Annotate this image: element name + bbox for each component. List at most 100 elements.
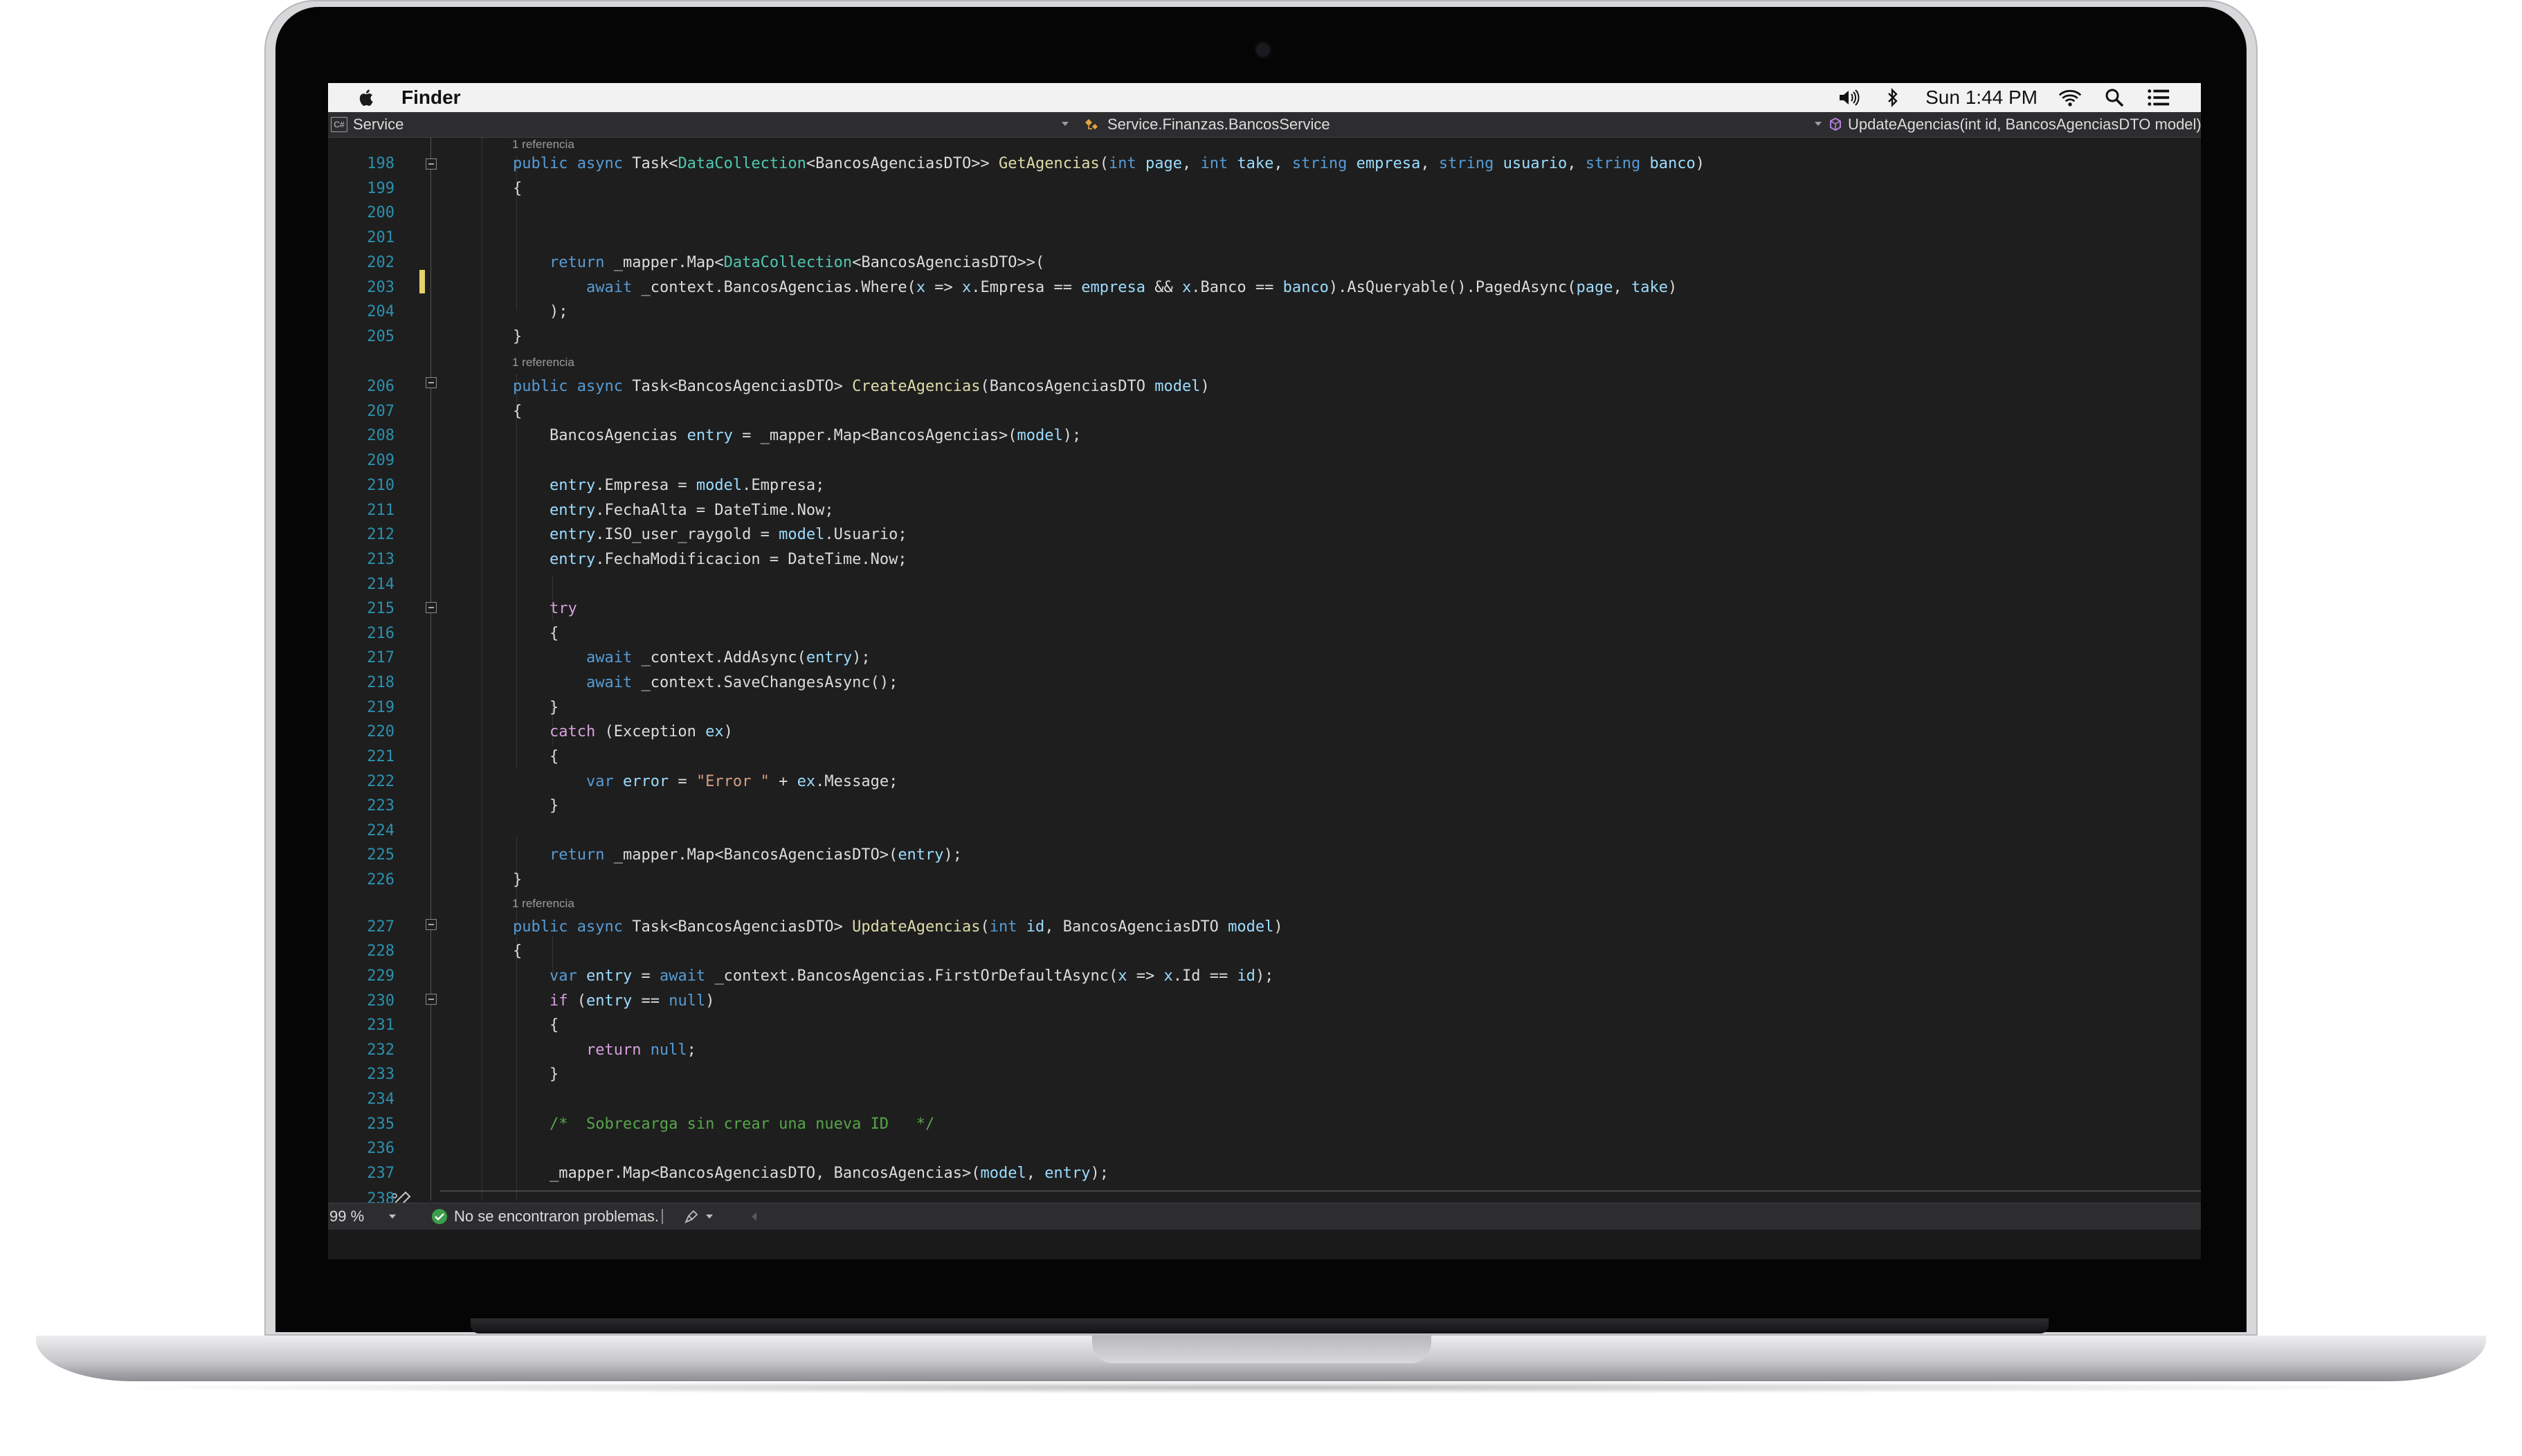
laptop-hinge (471, 1318, 2049, 1334)
line-number: 237 (367, 1165, 394, 1182)
code-token: public (513, 155, 577, 172)
type-dropdown[interactable]: Service.Finanzas.BancosService (1084, 112, 1330, 137)
spotlight-search-icon[interactable] (2103, 87, 2126, 108)
code-line[interactable]: 211 entry.FechaAlta = DateTime.Now; (328, 498, 2201, 523)
code-line[interactable]: 218 await _context.SaveChangesAsync(); (328, 671, 2201, 695)
chevron-down-icon[interactable] (1815, 122, 1822, 126)
code-line[interactable]: 209 (328, 448, 2201, 473)
line-number: 214 (367, 576, 394, 593)
line-number: 203 (367, 279, 394, 296)
volume-icon[interactable] (1837, 87, 1860, 108)
code-text: } (513, 794, 559, 819)
code-token: empresa (1081, 279, 1145, 296)
code-line[interactable]: 226} (328, 868, 2201, 893)
code-token: entry (549, 502, 596, 519)
code-line[interactable]: 222 var error = "Error " + ex.Message; (328, 770, 2201, 794)
code-token: usuario (1503, 155, 1568, 172)
code-lens-references[interactable]: 1 referencia (512, 356, 574, 370)
code-lens-references[interactable]: 1 referencia (512, 897, 574, 911)
problems-indicator[interactable]: No se encontraron problemas. (432, 1203, 659, 1230)
code-line[interactable]: 235 /* Sobrecarga sin crear una nueva ID… (328, 1112, 2201, 1137)
code-line[interactable]: 224 (328, 819, 2201, 844)
code-line[interactable]: 199 { (328, 176, 2201, 201)
code-line[interactable]: 227 public async Task<BancosAgenciasDTO> … (328, 915, 2201, 940)
code-line[interactable]: 217 await _context.AddAsync(entry); (328, 646, 2201, 671)
code-line[interactable]: 232 return null; (328, 1038, 2201, 1063)
code-line[interactable]: 228 { (328, 939, 2201, 964)
code-text: { (513, 1013, 559, 1038)
code-line[interactable]: 229 var entry = await _context.BancosAge… (328, 964, 2201, 989)
project-dropdown[interactable]: C# Service (331, 112, 403, 137)
code-line[interactable]: 198 public async Task<DataCollection<Banc… (328, 152, 2201, 176)
code-line[interactable]: 213 entry.FechaModificacion = DateTime.N… (328, 547, 2201, 572)
code-text: public async Task<DataCollection<BancosA… (513, 152, 1705, 176)
code-line[interactable]: 207 { (328, 399, 2201, 424)
code-token: DataCollection (723, 254, 853, 271)
line-number: 217 (367, 649, 394, 666)
code-line[interactable]: 220 catch (Exception ex) (328, 720, 2201, 745)
code-line[interactable]: 215 try (328, 597, 2201, 621)
code-line[interactable]: 200 (328, 201, 2201, 226)
code-line[interactable]: 202 return _mapper.Map<DataCollection<Ba… (328, 251, 2201, 275)
code-text: catch (Exception ex) (513, 720, 733, 745)
code-text: { (513, 939, 522, 964)
code-token: _context.BancosAgencias.Where( (641, 279, 916, 296)
menu-bar: Finder Sun 1:44 PM (328, 83, 2201, 112)
code-line[interactable]: 237 _mapper.Map<BancosAgenciasDTO, Banco… (328, 1161, 2201, 1186)
code-line[interactable]: 205} (328, 325, 2201, 349)
code-line[interactable]: 204 ); (328, 300, 2201, 325)
line-number: 235 (367, 1116, 394, 1133)
code-line[interactable]: 223 } (328, 794, 2201, 819)
code-token: banco (1282, 279, 1329, 296)
line-number: 234 (367, 1091, 394, 1108)
code-line[interactable]: 219 } (328, 695, 2201, 720)
code-text: entry.ISO_user_raygold = model.Usuario; (513, 522, 907, 547)
wifi-icon[interactable] (2058, 87, 2082, 108)
bluetooth-icon[interactable] (1881, 87, 1905, 108)
code-token: ) (723, 723, 733, 740)
code-token: { (513, 180, 523, 197)
code-cleanup-button[interactable] (684, 1203, 713, 1230)
member-dropdown[interactable]: UpdateAgencias(int id, BancosAgenciasDTO… (1829, 112, 2201, 137)
code-line[interactable]: 210 entry.Empresa = model.Empresa; (328, 473, 2201, 498)
code-line[interactable]: 221 { (328, 745, 2201, 770)
code-token: async (577, 918, 633, 936)
code-line[interactable]: 231 { (328, 1013, 2201, 1038)
scroll-left-button[interactable] (752, 1203, 756, 1230)
app-name[interactable]: Finder (401, 87, 461, 109)
notification-list-icon[interactable] (2147, 87, 2170, 108)
chevron-down-icon[interactable] (1062, 122, 1069, 126)
code-token: await (586, 279, 642, 296)
webcam-icon (1256, 43, 1270, 57)
code-token: _context.BancosAgencias.FirstOrDefaultAs… (714, 967, 1118, 985)
editor-status-bar: 99 % No se encontraron problemas. (328, 1203, 2201, 1230)
code-lens-references[interactable]: 1 referencia (512, 138, 574, 152)
code-line[interactable]: 225 return _mapper.Map<BancosAgenciasDTO… (328, 843, 2201, 868)
code-token: x (1118, 967, 1127, 985)
code-token: ) (1667, 279, 1678, 296)
code-line[interactable]: 234 (328, 1087, 2201, 1112)
code-token: var (549, 967, 586, 985)
menu-bar-clock[interactable]: Sun 1:44 PM (1925, 87, 2038, 109)
code-editor[interactable]: 1 referencia 1 referencia 1 referencia 1… (328, 138, 2201, 1217)
code-token: ); (1090, 1165, 1109, 1182)
code-token: if (549, 992, 577, 1010)
zoom-dropdown[interactable]: 99 % (329, 1203, 397, 1230)
code-line[interactable]: 206 public async Task<BancosAgenciasDTO> … (328, 374, 2201, 399)
code-text: await _context.SaveChangesAsync(); (513, 671, 898, 695)
code-line[interactable]: 230 if (entry == null) (328, 989, 2201, 1014)
code-token: x (962, 279, 972, 296)
code-token: string (1585, 155, 1650, 172)
code-line[interactable]: 233 } (328, 1062, 2201, 1087)
apple-icon[interactable] (356, 87, 378, 109)
code-line[interactable]: 236 (328, 1136, 2201, 1161)
code-line[interactable]: 216 { (328, 621, 2201, 646)
code-line[interactable]: 214 (328, 572, 2201, 597)
code-token: string (1438, 155, 1503, 172)
code-line[interactable]: 203 await _context.BancosAgencias.Where(… (328, 275, 2201, 300)
code-line[interactable]: 212 entry.ISO_user_raygold = model.Usuar… (328, 522, 2201, 547)
line-number: 212 (367, 526, 394, 543)
code-line[interactable]: 201 (328, 226, 2201, 251)
code-line[interactable]: 208 BancosAgencias entry = _mapper.Map<B… (328, 424, 2201, 448)
code-token: .Empresa; (742, 477, 825, 494)
